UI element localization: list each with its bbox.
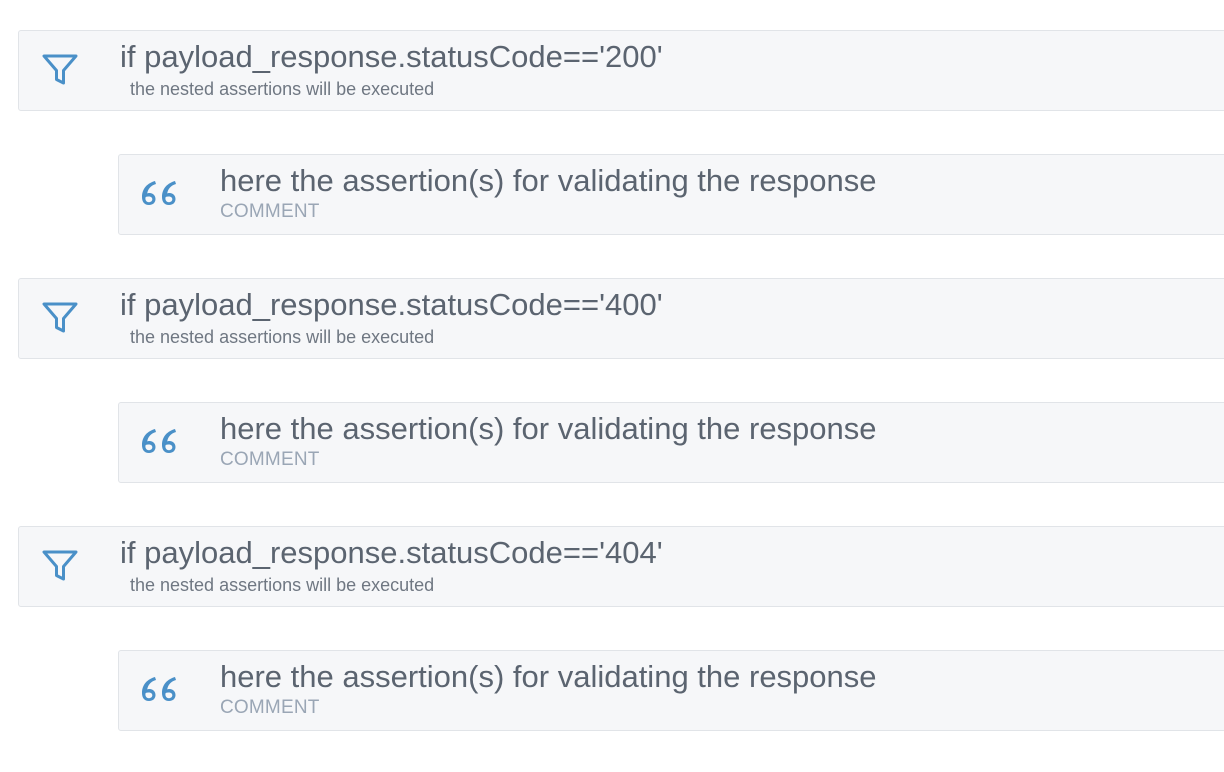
comment-text: here the assertion(s) for validating the… bbox=[220, 163, 877, 198]
condition-title: if payload_response.statusCode=='404' bbox=[120, 535, 663, 570]
condition-block-400[interactable]: if payload_response.statusCode=='400' th… bbox=[18, 278, 1224, 359]
comment-label: COMMENT bbox=[220, 201, 320, 222]
comment-block[interactable]: here the assertion(s) for validating the… bbox=[118, 650, 1224, 731]
comment-label: COMMENT bbox=[220, 697, 320, 718]
filter-icon bbox=[42, 54, 78, 85]
comment-label: COMMENT bbox=[220, 449, 320, 470]
filter-icon bbox=[42, 550, 78, 581]
quote-icon bbox=[142, 181, 176, 205]
condition-subtitle: the nested assertions will be executed bbox=[130, 575, 435, 595]
condition-block-200[interactable]: if payload_response.statusCode=='200' th… bbox=[18, 30, 1224, 111]
assertion-list: if payload_response.statusCode=='200' th… bbox=[0, 0, 1224, 772]
condition-title: if payload_response.statusCode=='200' bbox=[120, 39, 663, 74]
comment-block[interactable]: here the assertion(s) for validating the… bbox=[118, 154, 1224, 235]
condition-block-404[interactable]: if payload_response.statusCode=='404' th… bbox=[18, 526, 1224, 607]
condition-subtitle: the nested assertions will be executed bbox=[130, 327, 435, 347]
condition-title: if payload_response.statusCode=='400' bbox=[120, 287, 663, 322]
quote-icon bbox=[142, 429, 176, 453]
quote-icon bbox=[142, 677, 176, 701]
comment-text: here the assertion(s) for validating the… bbox=[220, 659, 877, 694]
filter-icon bbox=[42, 302, 78, 333]
comment-text: here the assertion(s) for validating the… bbox=[220, 411, 877, 446]
comment-block[interactable]: here the assertion(s) for validating the… bbox=[118, 402, 1224, 483]
condition-subtitle: the nested assertions will be executed bbox=[130, 79, 435, 99]
